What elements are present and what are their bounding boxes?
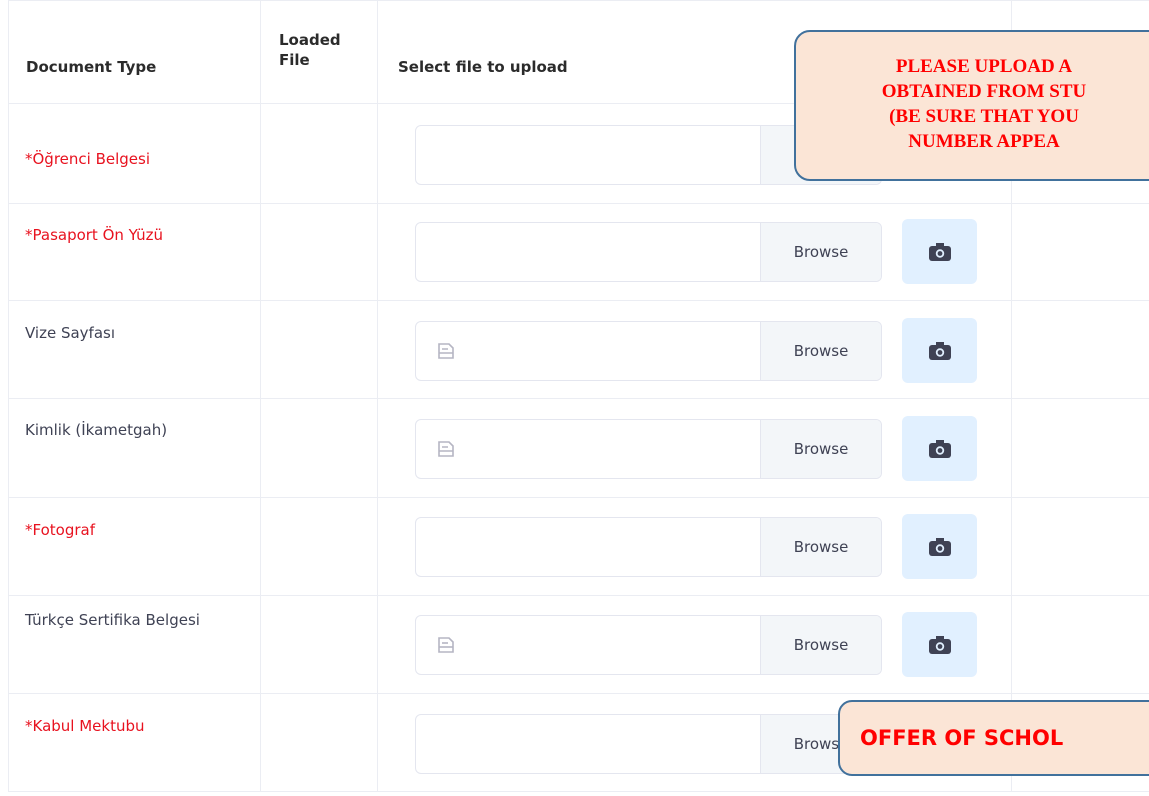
document-label: Vize Sayfası <box>25 324 116 342</box>
camera-icon <box>928 635 951 654</box>
camera-icon <box>928 439 951 458</box>
document-label: Türkçe Sertifika Belgesi <box>25 611 200 629</box>
row-divider <box>8 693 1149 694</box>
row-divider <box>8 398 1149 399</box>
camera-icon <box>928 341 951 360</box>
browse-button[interactable]: Browse <box>760 616 881 674</box>
camera-button[interactable] <box>902 416 977 481</box>
column-divider <box>260 0 261 792</box>
file-icon <box>438 441 454 457</box>
file-input[interactable]: Browse <box>415 419 882 479</box>
browse-button[interactable]: Browse <box>760 420 881 478</box>
document-label: *Pasaport Ön Yüzü <box>25 226 163 244</box>
file-input[interactable]: Browse <box>415 222 882 282</box>
document-label: *Fotograf <box>25 521 95 539</box>
file-input[interactable]: Browse <box>415 714 882 774</box>
table-border-left <box>8 0 9 792</box>
file-icon <box>438 637 454 653</box>
header-select-file: Select file to upload <box>398 58 568 76</box>
header-loaded-file: Loaded File <box>279 31 341 69</box>
document-label: Kimlik (İkametgah) <box>25 421 168 439</box>
document-label: *Öğrenci Belgesi <box>25 150 151 168</box>
camera-button[interactable] <box>902 318 977 383</box>
file-input[interactable]: Browse <box>415 517 882 577</box>
callout-line: OBTAINED FROM STU <box>881 81 1087 102</box>
camera-button[interactable] <box>902 514 977 579</box>
document-label: *Kabul Mektubu <box>25 717 145 735</box>
row-divider <box>8 300 1149 301</box>
file-input[interactable]: Browse <box>415 615 882 675</box>
browse-button[interactable]: Browse <box>760 518 881 576</box>
browse-button[interactable]: Browse <box>760 223 881 281</box>
callout-line: PLEASE UPLOAD A <box>895 56 1073 77</box>
column-divider <box>377 0 378 792</box>
annotation-callout-upload-instructions: PLEASE UPLOAD A OBTAINED FROM STU (BE SU… <box>794 30 1149 181</box>
row-divider <box>8 497 1149 498</box>
row-divider <box>8 595 1149 596</box>
camera-icon <box>928 242 951 261</box>
camera-button[interactable] <box>902 219 977 284</box>
table-border-bottom <box>8 791 1149 792</box>
browse-button[interactable]: Browse <box>760 322 881 380</box>
callout-line: (BE SURE THAT YOU <box>889 106 1079 127</box>
camera-button[interactable] <box>902 612 977 677</box>
file-input[interactable]: Browse <box>415 321 882 381</box>
callout-line: NUMBER APPEA <box>908 131 1060 152</box>
header-document-type: Document Type <box>26 58 157 76</box>
row-divider <box>8 203 1149 204</box>
table-border-top <box>8 0 1149 1</box>
annotation-callout-offer: OFFER OF SCHOL <box>838 700 1149 776</box>
camera-icon <box>928 537 951 556</box>
file-icon <box>438 343 454 359</box>
